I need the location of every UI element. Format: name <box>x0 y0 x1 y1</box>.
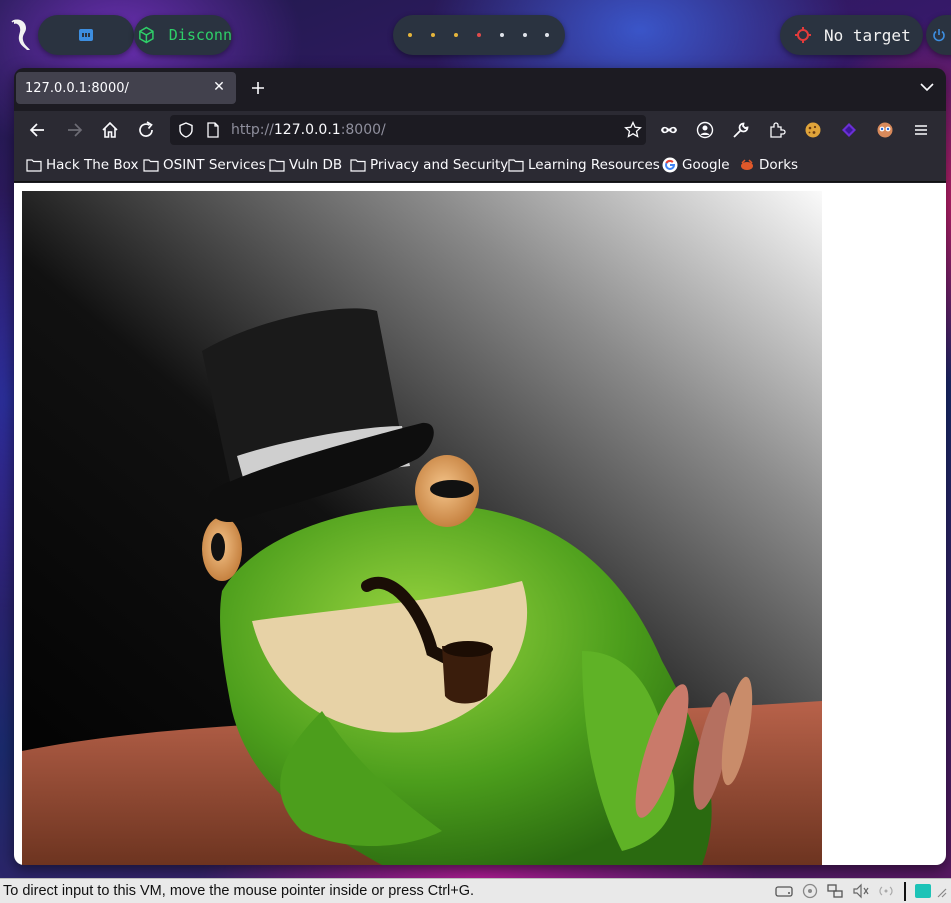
workspace-switcher[interactable] <box>393 15 565 55</box>
page-content <box>14 183 946 865</box>
tab-bar: 127.0.0.1:8000/ ✕ <box>14 68 946 111</box>
optical-drive-icon[interactable] <box>801 883 819 899</box>
back-icon[interactable] <box>28 120 48 140</box>
workspace-dot-5[interactable] <box>499 33 504 37</box>
bookmark-label: Vuln DB <box>289 157 343 173</box>
bookmarks-toolbar: Hack The Box OSINT Services Vuln DB Priv… <box>14 150 946 182</box>
close-tab-icon[interactable]: ✕ <box>212 80 226 94</box>
power-button[interactable] <box>926 15 951 55</box>
new-tab-icon[interactable] <box>248 78 268 98</box>
audio-icon[interactable] <box>852 883 870 899</box>
private-mask-icon[interactable] <box>660 121 678 139</box>
network-indicator[interactable] <box>38 15 134 55</box>
vpn-status[interactable]: Disconn <box>134 15 232 55</box>
bookmark-learning-resources[interactable]: Learning Resources <box>508 157 660 173</box>
dorks-icon <box>741 159 753 170</box>
vm-display-icon[interactable] <box>914 883 932 899</box>
extensions-puzzle-icon[interactable] <box>768 121 786 139</box>
wappalyzer-icon[interactable] <box>840 121 858 139</box>
workspace-dot-6[interactable] <box>522 33 527 37</box>
reload-icon[interactable] <box>136 120 156 140</box>
vm-input-hint: To direct input to this VM, move the mou… <box>3 883 475 899</box>
folder-icon <box>269 159 285 172</box>
bookmark-label: Google <box>682 157 730 173</box>
chevron-down-icon[interactable] <box>920 82 934 92</box>
target-label: No target <box>824 25 911 45</box>
cookie-extension-icon[interactable] <box>804 121 822 139</box>
status-divider <box>904 882 906 901</box>
network-adapter-icon[interactable] <box>826 883 844 899</box>
bookmark-star-icon[interactable] <box>624 121 642 139</box>
bookmark-hack-the-box[interactable]: Hack The Box <box>26 157 138 173</box>
crosshair-icon <box>795 27 811 43</box>
account-icon[interactable] <box>696 121 714 139</box>
page-icon[interactable] <box>206 122 220 138</box>
tab-title: 127.0.0.1:8000/ <box>25 80 129 96</box>
kali-dragon-icon[interactable] <box>6 16 38 52</box>
target-selector[interactable]: No target <box>780 15 923 55</box>
folder-icon <box>508 159 524 172</box>
frog-with-top-hat-image <box>22 191 822 865</box>
bookmark-label: Dorks <box>759 157 799 173</box>
workspace-dot-3[interactable] <box>454 33 459 37</box>
home-icon[interactable] <box>100 120 120 140</box>
cube-icon <box>139 26 154 44</box>
power-icon <box>933 29 945 42</box>
bookmark-label: Hack The Box <box>46 157 139 173</box>
wireless-icon[interactable] <box>877 883 895 899</box>
folder-icon <box>350 159 366 172</box>
shield-icon[interactable] <box>178 122 194 138</box>
bookmark-vuln-db[interactable]: Vuln DB <box>269 157 342 173</box>
navigation-toolbar: http://127.0.0.1:8000/ <box>14 111 946 150</box>
resize-grip-icon[interactable] <box>934 883 948 899</box>
bookmark-google[interactable]: Google <box>662 157 730 173</box>
wrench-icon[interactable] <box>732 121 750 139</box>
foxyproxy-icon[interactable] <box>876 121 894 139</box>
google-icon <box>662 157 678 173</box>
bookmark-privacy-and-security[interactable]: Privacy and Security <box>350 157 508 173</box>
folder-icon <box>26 159 42 172</box>
ethernet-icon <box>79 29 93 41</box>
folder-icon <box>143 159 159 172</box>
vm-status-bar: To direct input to this VM, move the mou… <box>0 878 951 903</box>
vpn-status-label: Disconn <box>168 26 232 44</box>
url-text: http://127.0.0.1:8000/ <box>231 122 386 138</box>
menu-hamburger-icon[interactable] <box>912 121 930 139</box>
bookmark-osint-services[interactable]: OSINT Services <box>143 157 266 173</box>
bookmark-label: Learning Resources <box>528 157 660 173</box>
workspace-dot-7[interactable] <box>545 33 550 37</box>
bookmark-label: Privacy and Security <box>370 157 509 173</box>
bookmark-label: OSINT Services <box>163 157 266 173</box>
address-bar[interactable]: http://127.0.0.1:8000/ <box>170 115 646 145</box>
workspace-dot-2[interactable] <box>431 33 436 37</box>
workspace-dot-4[interactable] <box>476 33 481 37</box>
browser-window: 127.0.0.1:8000/ ✕ http://127.0.0.1:8000/… <box>14 68 946 865</box>
bookmark-dorks[interactable]: Dorks <box>739 157 798 173</box>
tab-active[interactable]: 127.0.0.1:8000/ ✕ <box>16 72 236 104</box>
workspace-dot-1[interactable] <box>408 33 413 37</box>
hard-disk-icon[interactable] <box>775 883 793 899</box>
forward-icon[interactable] <box>64 120 84 140</box>
